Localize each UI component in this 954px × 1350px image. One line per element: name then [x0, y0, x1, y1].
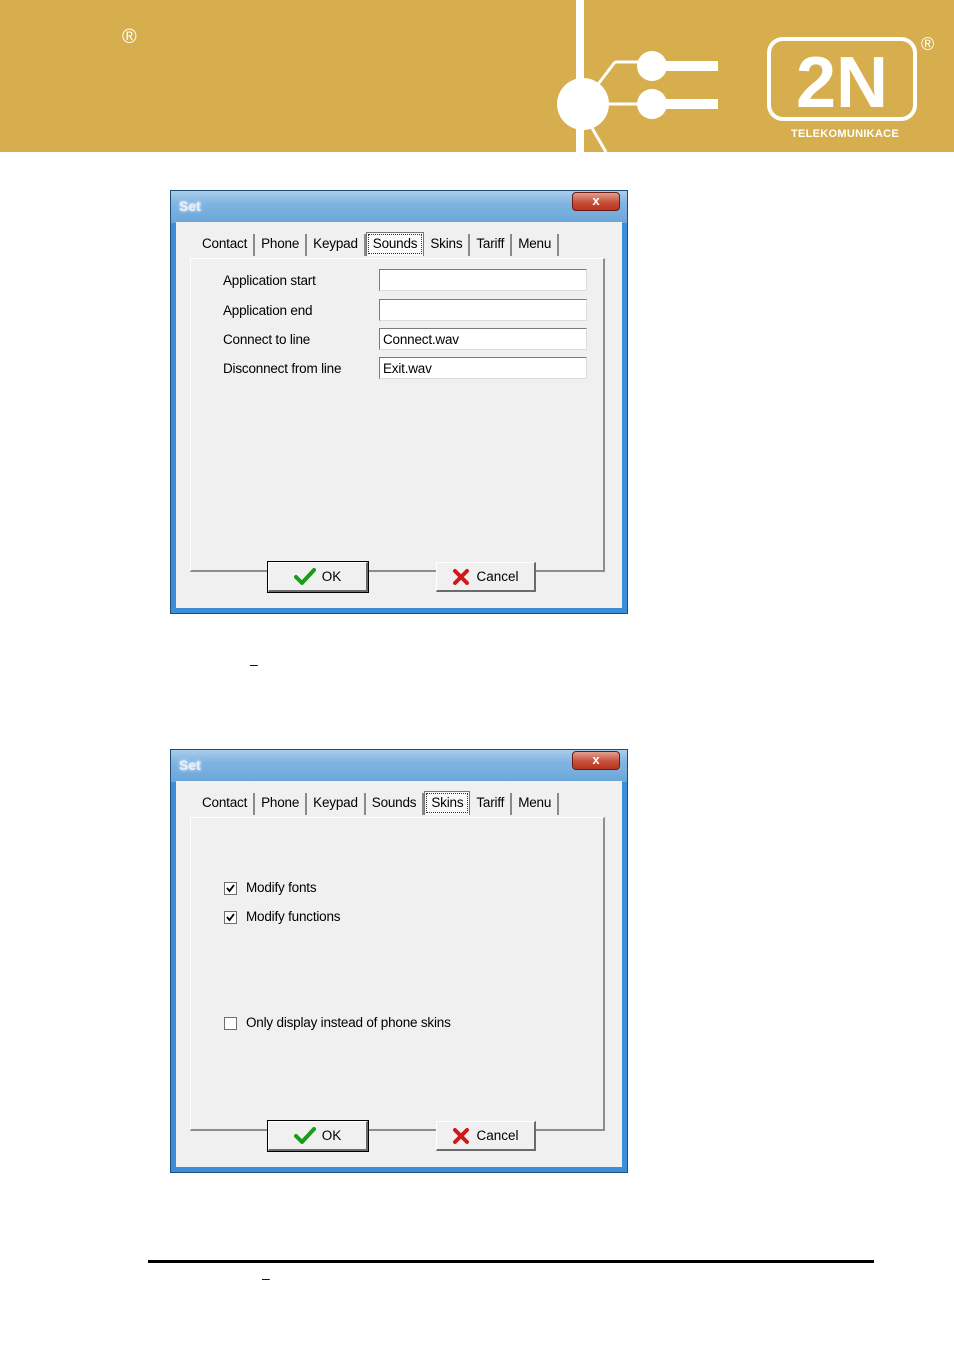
skins-panel: Modify fonts Modify functions Only displ… — [190, 817, 605, 1131]
dialog-title: Set — [179, 757, 201, 773]
modify-functions-checkbox[interactable] — [224, 911, 237, 924]
header-banner: ® 2N ® TELEKOMUNIKACE — [0, 0, 954, 152]
tab-menu[interactable]: Menu — [512, 793, 560, 815]
tab-phone[interactable]: Phone — [255, 793, 308, 815]
only-display-checkbox[interactable] — [224, 1017, 237, 1030]
close-icon: x — [592, 193, 600, 208]
modify-fonts-checkbox[interactable] — [224, 882, 237, 895]
cancel-button[interactable]: Cancel — [436, 1121, 536, 1151]
tab-keypad[interactable]: Keypad — [307, 793, 366, 815]
close-button[interactable]: x — [572, 192, 620, 211]
ok-button-label: OK — [321, 569, 342, 584]
close-button[interactable]: x — [572, 751, 620, 770]
cross-icon — [453, 1127, 470, 1144]
tab-sounds[interactable]: Sounds — [366, 793, 425, 815]
tab-phone[interactable]: Phone — [255, 234, 308, 256]
checkmark-icon — [293, 1126, 316, 1144]
dialog-titlebar[interactable]: Set x — [171, 750, 627, 782]
application-end-field[interactable] — [379, 299, 587, 321]
checkmark-icon — [226, 913, 235, 922]
tab-strip: Contact Phone Keypad Sounds Skins Tariff… — [196, 232, 560, 258]
tab-sounds[interactable]: Sounds — [365, 232, 425, 256]
circuit-decoration-icon — [557, 0, 718, 152]
logo-registered-mark: ® — [921, 34, 935, 54]
close-icon: x — [592, 752, 600, 767]
ok-button[interactable]: OK — [267, 1120, 369, 1152]
dialog-client-area: Contact Phone Keypad Sounds Skins Tariff… — [176, 781, 622, 1167]
set-dialog-skins: Set x Contact Phone Keypad Sounds Skins … — [170, 749, 628, 1173]
caption-dash: – — [262, 1270, 270, 1286]
application-end-label: Application end — [223, 303, 313, 318]
application-start-field[interactable] — [379, 269, 587, 291]
tab-keypad[interactable]: Keypad — [307, 234, 366, 256]
tab-skins[interactable]: Skins — [424, 791, 471, 815]
2n-logo-icon: 2N — [767, 37, 917, 121]
set-dialog-sounds: Set x Contact Phone Keypad Sounds Skins … — [170, 190, 628, 614]
cancel-button[interactable]: Cancel — [436, 562, 536, 592]
cross-icon — [453, 568, 470, 585]
tab-strip: Contact Phone Keypad Sounds Skins Tariff… — [196, 791, 560, 817]
sounds-panel: Application start Application end Connec… — [190, 258, 605, 572]
ok-button-label: OK — [321, 1128, 342, 1143]
disconnect-from-line-label: Disconnect from line — [223, 361, 342, 376]
tab-tariff[interactable]: Tariff — [470, 234, 513, 256]
caption-dash: – — [250, 656, 258, 672]
cancel-button-label: Cancel — [476, 1128, 519, 1143]
ok-button[interactable]: OK — [267, 561, 369, 593]
tab-contact[interactable]: Contact — [196, 793, 256, 815]
connect-to-line-label: Connect to line — [223, 332, 311, 347]
tab-contact[interactable]: Contact — [196, 234, 256, 256]
connect-to-line-field[interactable] — [379, 328, 587, 350]
dialog-titlebar[interactable]: Set x — [171, 191, 627, 223]
modify-fonts-label: Modify fonts — [246, 880, 317, 895]
logo-text: 2N — [796, 43, 888, 121]
only-display-label: Only display instead of phone skins — [246, 1015, 451, 1030]
cancel-button-label: Cancel — [476, 569, 519, 584]
logo-subtitle: TELEKOMUNIKACE — [790, 128, 900, 140]
checkmark-icon — [293, 567, 316, 585]
dialog-client-area: Contact Phone Keypad Sounds Skins Tariff… — [176, 222, 622, 608]
application-start-label: Application start — [223, 273, 316, 288]
disconnect-from-line-field[interactable] — [379, 357, 587, 379]
dialog-title: Set — [179, 198, 201, 214]
tab-skins[interactable]: Skins — [424, 234, 471, 256]
modify-functions-label: Modify functions — [246, 909, 341, 924]
tab-menu[interactable]: Menu — [512, 234, 560, 256]
checkmark-icon — [226, 884, 235, 893]
registered-mark: ® — [122, 26, 137, 48]
tab-tariff[interactable]: Tariff — [470, 793, 513, 815]
footer-rule — [148, 1260, 874, 1263]
